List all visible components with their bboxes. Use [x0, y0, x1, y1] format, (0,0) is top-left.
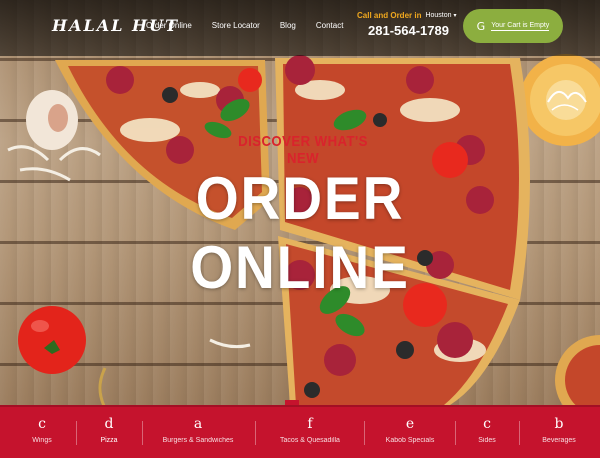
- city-selector[interactable]: Houston: [425, 12, 451, 19]
- cart-icon: G: [476, 19, 486, 33]
- kabob-icon: e: [405, 416, 415, 432]
- phone-number[interactable]: 281-564-1789: [368, 23, 457, 38]
- category-label: Tacos & Quesadilla: [280, 437, 340, 444]
- category-label: Beverages: [542, 437, 576, 444]
- category-separator: [142, 421, 143, 445]
- category-beverages[interactable]: b Beverages: [535, 405, 583, 458]
- category-pizza[interactable]: d Pizza: [89, 405, 129, 458]
- category-separator: [519, 421, 520, 445]
- onion-image: [520, 54, 600, 146]
- sides-icon: c: [483, 416, 491, 432]
- main-nav: Order Online Store Locator Blog Contact: [146, 21, 363, 30]
- chevron-down-icon[interactable]: ▾: [454, 12, 457, 19]
- category-label: Burgers & Sandwiches: [162, 437, 234, 444]
- category-separator: [364, 421, 365, 445]
- category-kabob-specials[interactable]: e Kabob Specials: [380, 405, 440, 458]
- tomato-image: [18, 306, 86, 374]
- nav-link-store-locator[interactable]: Store Locator: [212, 21, 260, 30]
- cart-label: Your Cart is Empty: [491, 21, 550, 31]
- category-label: Pizza: [100, 437, 118, 444]
- wings-icon: c: [38, 416, 46, 432]
- category-label: Sides: [478, 437, 496, 444]
- nav-link-order-online[interactable]: Order Online: [146, 21, 192, 30]
- site-header: HALAL HUT Order Online Store Locator Blo…: [0, 0, 600, 56]
- category-label: Kabob Specials: [385, 437, 435, 444]
- category-label: Wings: [32, 437, 52, 444]
- hero-kicker: DISCOVER WHAT'S NEW: [238, 133, 368, 167]
- nav-link-contact[interactable]: Contact: [316, 21, 344, 30]
- category-sides[interactable]: c Sides: [467, 405, 507, 458]
- category-bar: c Wings d Pizza a Burgers & Sandwiches f…: [0, 405, 600, 458]
- pizza-icon: d: [104, 416, 114, 432]
- burger-icon: a: [193, 416, 203, 432]
- call-label: Call and Order in: [357, 11, 422, 20]
- category-burgers-sandwiches[interactable]: a Burgers & Sandwiches: [158, 405, 238, 458]
- category-separator: [76, 421, 77, 445]
- nav-link-blog[interactable]: Blog: [280, 21, 296, 30]
- hero-title[interactable]: ORDER ONLINE: [98, 164, 503, 302]
- call-to-order: Call and Order in Houston ▾ 281-564-1789: [357, 11, 457, 38]
- taco-icon: f: [307, 416, 313, 432]
- category-tacos-quesadilla[interactable]: f Tacos & Quesadilla: [272, 405, 348, 458]
- beverage-icon: b: [554, 416, 564, 432]
- category-separator: [255, 421, 256, 445]
- cart-button[interactable]: G Your Cart is Empty: [463, 9, 563, 43]
- category-wings[interactable]: c Wings: [22, 405, 62, 458]
- category-separator: [455, 421, 456, 445]
